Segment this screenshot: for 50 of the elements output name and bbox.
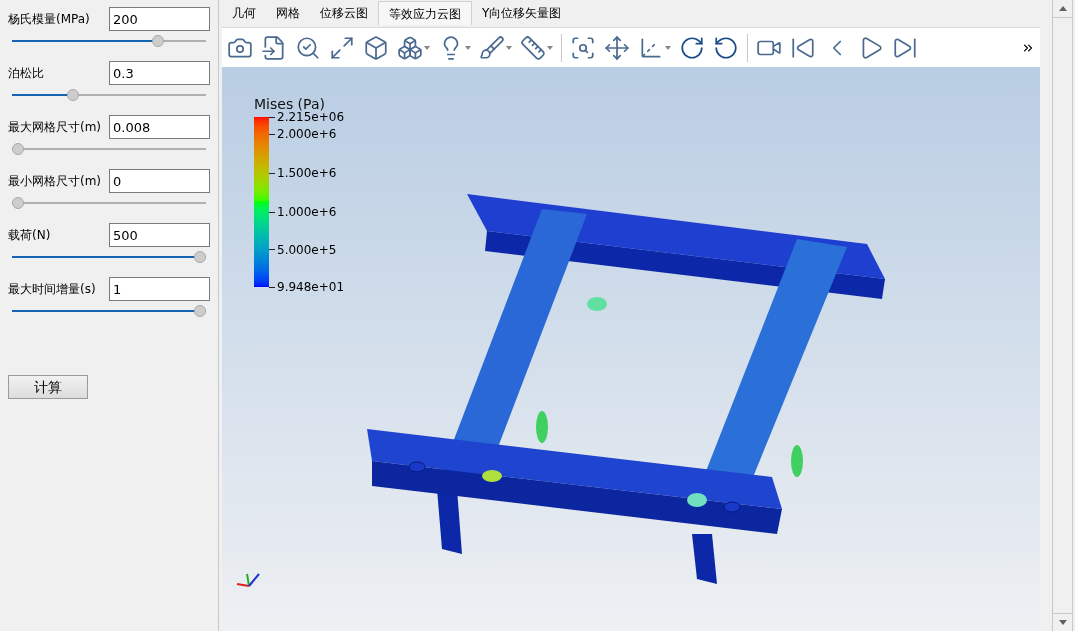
parameter-input[interactable]: 0.3 (109, 61, 210, 85)
parameter-input[interactable]: 1 (109, 277, 210, 301)
legend-label: 9.948e+01 (277, 280, 345, 294)
parameter-label: 杨氏模量(MPa) (8, 11, 90, 28)
parameter-label: 最大时间增量(s) (8, 281, 96, 298)
caret-icon[interactable] (424, 45, 430, 50)
slider-thumb[interactable] (12, 143, 24, 155)
legend-label: 5.000e+5 (277, 242, 337, 257)
rotate-ccw-icon[interactable] (713, 34, 739, 61)
orientation-axes-icon (235, 571, 261, 589)
slider[interactable] (12, 197, 206, 209)
slider[interactable] (12, 35, 206, 47)
ruler-icon[interactable] (520, 34, 546, 61)
legend-label: 2.215e+06 (277, 110, 345, 124)
slider[interactable] (12, 89, 206, 101)
slider[interactable] (12, 143, 206, 155)
rotate-cw-icon[interactable] (679, 34, 705, 61)
magnifier-icon[interactable] (295, 34, 321, 61)
legend-label: 1.000e+6 (277, 205, 337, 220)
parameter-input[interactable]: 500 (109, 223, 210, 247)
legend-label: 1.500e+6 (277, 166, 337, 181)
slider-thumb[interactable] (12, 197, 24, 209)
caret-icon[interactable] (465, 45, 471, 50)
parameter-label: 最小网格尺寸(m) (8, 173, 102, 190)
tab[interactable]: 位移云图 (310, 1, 378, 25)
caret-icon[interactable] (506, 45, 512, 50)
legend-title: Mises (Pa) (254, 95, 326, 112)
legend-label: 2.000e+6 (277, 127, 337, 141)
tab[interactable]: Y向位移矢量图 (472, 1, 572, 25)
tab[interactable]: 网格 (266, 1, 310, 25)
zoom-box-icon[interactable] (570, 34, 596, 61)
slider-thumb[interactable] (194, 251, 206, 263)
caret-icon[interactable] (547, 45, 553, 50)
slider-thumb[interactable] (194, 305, 206, 317)
parameter-input[interactable]: 0.008 (109, 115, 210, 139)
compute-button[interactable]: 计算 (8, 375, 88, 399)
parameter-label: 载荷(N) (8, 227, 51, 244)
parameter-label: 泊松比 (8, 65, 44, 82)
pan-arrows-icon[interactable] (604, 34, 630, 61)
slider[interactable] (12, 251, 206, 263)
parameter-label: 最大网格尺寸(m) (8, 119, 102, 136)
slider-thumb[interactable] (66, 89, 79, 101)
scrollbar[interactable] (1052, 0, 1073, 631)
slider[interactable] (12, 305, 206, 317)
tab[interactable]: 等效应力云图 (378, 1, 472, 25)
caret-icon[interactable] (665, 45, 671, 50)
tab[interactable]: 几何 (222, 1, 266, 25)
slider-thumb[interactable] (152, 35, 165, 47)
parameter-input[interactable]: 0 (109, 169, 210, 193)
parameter-input[interactable]: 200 (109, 7, 210, 31)
